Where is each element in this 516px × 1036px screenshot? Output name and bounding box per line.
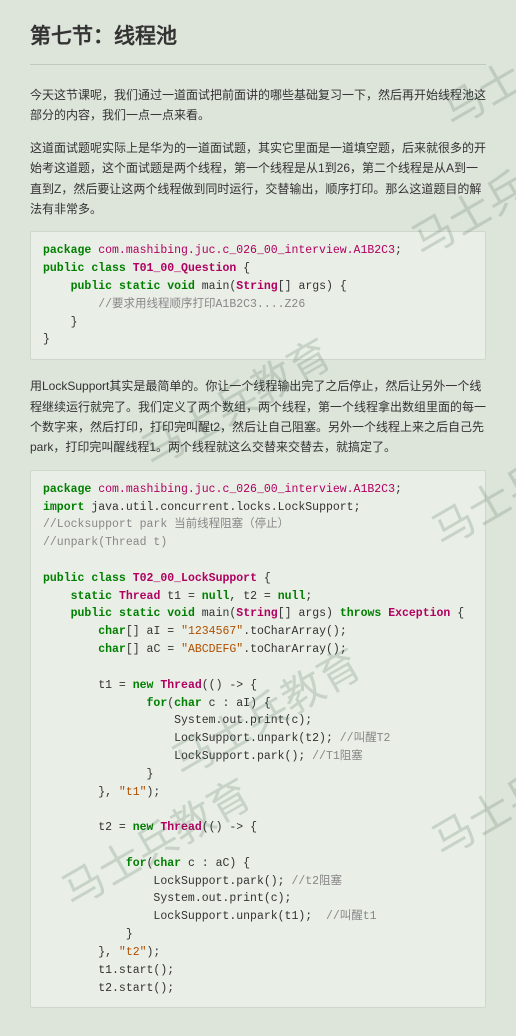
keyword: public bbox=[71, 280, 112, 293]
keyword: class bbox=[91, 572, 126, 585]
comment: //unpark(Thread t) bbox=[43, 536, 167, 549]
type: String bbox=[236, 607, 277, 620]
keyword: void bbox=[167, 607, 195, 620]
comment: //Locksupport park 当前线程阻塞（停止） bbox=[43, 518, 289, 531]
keyword: package bbox=[43, 244, 91, 257]
comment: //叫醒T2 bbox=[340, 732, 391, 745]
comment: //t2阻塞 bbox=[291, 875, 342, 888]
type: String bbox=[236, 280, 277, 293]
class-name: T01_00_Question bbox=[133, 262, 237, 275]
type: Exception bbox=[388, 607, 450, 620]
keyword: null bbox=[278, 590, 306, 603]
keyword: package bbox=[43, 483, 91, 496]
import-path: java.util.concurrent.locks.LockSupport bbox=[91, 501, 353, 514]
package-name: com.mashibing.juc.c_026_00_interview.A1B… bbox=[98, 483, 395, 496]
comment: //T1阻塞 bbox=[312, 750, 363, 763]
call: LockSupport.park(); bbox=[153, 875, 284, 888]
var: c bbox=[188, 857, 195, 870]
keyword: new bbox=[133, 821, 154, 834]
var: aC bbox=[147, 643, 161, 656]
method: main bbox=[202, 607, 230, 620]
keyword: void bbox=[167, 280, 195, 293]
keyword: null bbox=[202, 590, 230, 603]
call: .toCharArray() bbox=[243, 625, 340, 638]
code-block-1: package com.mashibing.juc.c_026_00_inter… bbox=[30, 231, 486, 360]
var: aI bbox=[147, 625, 161, 638]
keyword: public bbox=[43, 572, 84, 585]
param: args bbox=[298, 280, 326, 293]
keyword: for bbox=[126, 857, 147, 870]
keyword: new bbox=[133, 679, 154, 692]
page-title: 第七节：线程池 bbox=[30, 20, 486, 50]
method: main bbox=[202, 280, 230, 293]
call: LockSupport.unpark(t1); bbox=[153, 910, 312, 923]
call: t1.start(); bbox=[98, 964, 174, 977]
keyword: char bbox=[153, 857, 181, 870]
paragraph: 这道面试题呢实际上是华为的一道面试题，其实它里面是一道填空题，后来就很多的开始考… bbox=[30, 138, 486, 220]
class-name: T02_00_LockSupport bbox=[133, 572, 257, 585]
keyword: char bbox=[98, 643, 126, 656]
var: t1 bbox=[167, 590, 181, 603]
keyword: char bbox=[98, 625, 126, 638]
call: LockSupport.park(); bbox=[174, 750, 305, 763]
call: System.out.print bbox=[153, 892, 263, 905]
keyword: public bbox=[43, 262, 84, 275]
type: Thread bbox=[160, 679, 201, 692]
divider bbox=[30, 64, 486, 65]
call: System.out.print bbox=[174, 714, 284, 727]
type: Thread bbox=[160, 821, 201, 834]
var: c bbox=[209, 697, 216, 710]
paragraph: 今天这节课呢，我们通过一道面试把前面讲的哪些基础复习一下，然后再开始线程池这部分… bbox=[30, 85, 486, 126]
var: t2 bbox=[243, 590, 257, 603]
call: LockSupport.unpark(t2); bbox=[174, 732, 333, 745]
keyword: class bbox=[91, 262, 126, 275]
keyword: for bbox=[147, 697, 168, 710]
keyword: import bbox=[43, 501, 84, 514]
string: "1234567" bbox=[181, 625, 243, 638]
keyword: throws bbox=[340, 607, 381, 620]
comment: //叫醒t1 bbox=[326, 910, 377, 923]
package-name: com.mashibing.juc.c_026_00_interview.A1B… bbox=[98, 244, 395, 257]
string: "t1" bbox=[119, 786, 147, 799]
string: "ABCDEFG" bbox=[181, 643, 243, 656]
call: t2.start(); bbox=[98, 982, 174, 995]
string: "t2" bbox=[119, 946, 147, 959]
comment: //要求用线程顺序打印A1B2C3....Z26 bbox=[98, 298, 305, 311]
keyword: public bbox=[71, 607, 112, 620]
keyword: static bbox=[119, 607, 160, 620]
keyword: char bbox=[174, 697, 202, 710]
code-block-2: package com.mashibing.juc.c_026_00_inter… bbox=[30, 470, 486, 1009]
call: .toCharArray() bbox=[243, 643, 340, 656]
keyword: static bbox=[71, 590, 112, 603]
type: Thread bbox=[119, 590, 160, 603]
keyword: static bbox=[119, 280, 160, 293]
paragraph: 用LockSupport其实是最简单的。你让一个线程输出完了之后停止，然后让另外… bbox=[30, 376, 486, 458]
param: args bbox=[298, 607, 326, 620]
